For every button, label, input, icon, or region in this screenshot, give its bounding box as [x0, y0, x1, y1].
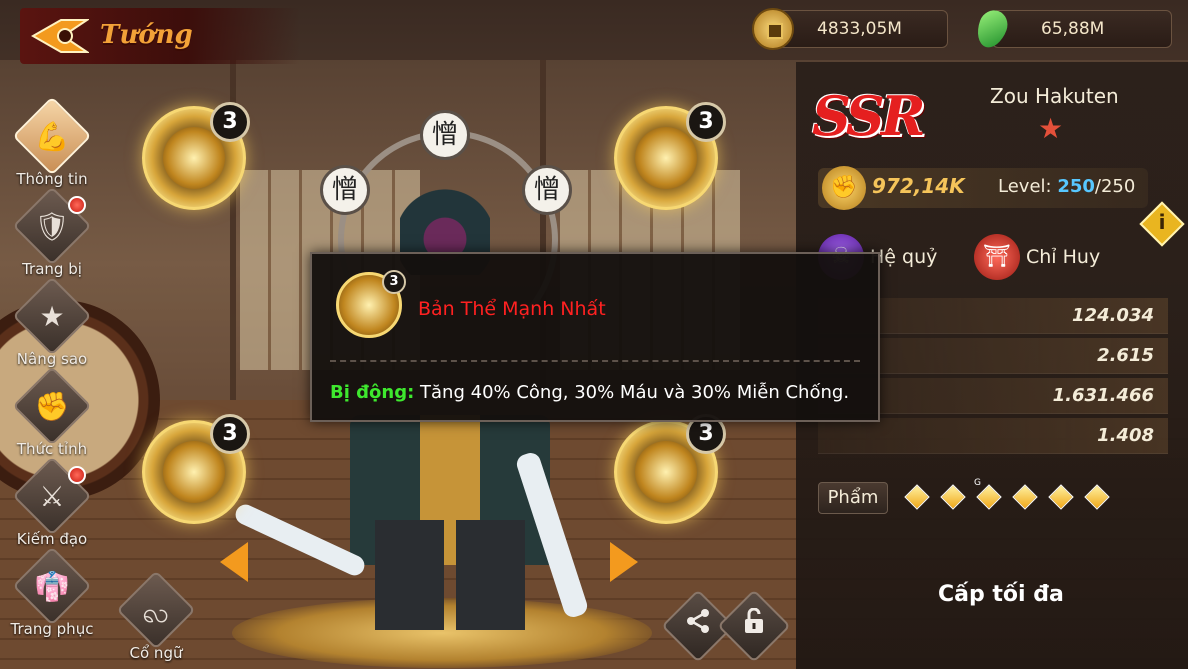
unlock-icon	[728, 607, 780, 641]
star-icon: ★	[39, 300, 65, 333]
coin-icon	[752, 8, 794, 50]
skill-2-icon	[635, 127, 697, 189]
sidebar-item-label: Thức tỉnh	[16, 440, 88, 458]
notification-dot	[68, 196, 86, 214]
armor-icon: 🛡	[34, 210, 70, 243]
scroll-icon: ꩮ	[142, 596, 170, 629]
skill-3-level: 3	[210, 414, 250, 454]
sidebar-item-label: Thông tin	[16, 170, 88, 188]
sidebar-item-star-up[interactable]: ★ Nâng sao	[4, 276, 100, 376]
level-display: Level: 250/250	[998, 176, 1135, 197]
notification-dot	[68, 466, 86, 484]
gold-amount: 4833,05M	[817, 19, 902, 39]
back-button[interactable]	[30, 14, 90, 58]
skill-4-icon	[635, 441, 697, 503]
sidebar-item-label: Trang phục	[10, 620, 94, 638]
ancient-script-label: Cổ ngữ	[129, 644, 183, 662]
kanji-slot-left[interactable]: 憎	[320, 165, 370, 215]
stat-value: 2.615	[1097, 345, 1154, 366]
skill-1-level: 3	[210, 102, 250, 142]
passive-prefix: Bị động:	[330, 382, 415, 403]
back-arrow-icon	[31, 19, 89, 53]
stat-value: 1.631.466	[1052, 385, 1154, 406]
commander-class-icon: ⛩	[974, 234, 1020, 280]
stat-row-speed: 1.408	[818, 418, 1168, 454]
kimono-icon: 👘	[34, 570, 70, 603]
gold-currency[interactable]: 4833,05M	[768, 10, 948, 48]
sidebar-item-sword-path[interactable]: ⚔ Kiếm đạo	[4, 456, 100, 556]
skill-3-icon	[163, 441, 225, 503]
tooltip-skill-level: 3	[382, 270, 406, 294]
rarity-badge: SSR	[812, 84, 926, 148]
level-label: Level:	[998, 176, 1052, 197]
stat-value: 1.408	[1097, 425, 1154, 446]
sidebar-item-label: Nâng sao	[16, 350, 88, 368]
hero-legs	[375, 520, 525, 630]
level-current: 250	[1057, 176, 1095, 197]
level-max: /250	[1094, 176, 1136, 197]
jade-currency[interactable]: 65,88M	[992, 10, 1172, 48]
share-icon	[672, 608, 724, 641]
skill-2-level: 3	[686, 102, 726, 142]
class-label-demon: Hệ quỷ	[870, 246, 938, 268]
next-hero-arrow-icon[interactable]	[610, 542, 638, 582]
tooltip-skill-name: Bản Thể Mạnh Nhất	[418, 298, 606, 320]
sidebar-item-info[interactable]: 💪 Thông tin	[4, 96, 100, 196]
kanji-slot-top[interactable]: 憎	[420, 110, 470, 160]
page-title: Tướng	[100, 20, 193, 50]
muscle-icon: 💪	[34, 120, 70, 153]
quality-grade-mark: G	[974, 478, 981, 488]
star-icon: ★	[1038, 112, 1064, 145]
sidebar-item-costume[interactable]: 👘 Trang phục	[4, 546, 100, 646]
hero-name: Zou Hakuten	[990, 84, 1119, 108]
tooltip-divider	[330, 360, 860, 362]
sword-icon: ⚔	[39, 480, 65, 513]
sidebar-item-label: Trang bị	[22, 260, 82, 278]
kanji-slot-right[interactable]: 憎	[522, 165, 572, 215]
power-fist-icon: ✊	[822, 166, 866, 210]
max-level-text: Cấp tối đa	[938, 582, 1064, 607]
stat-value: 124.034	[1072, 305, 1154, 326]
prev-hero-arrow-icon[interactable]	[220, 542, 248, 582]
sidebar-item-label: Kiếm đạo	[16, 530, 88, 548]
ancient-script-button[interactable]: ꩮ Cổ ngữ	[108, 570, 204, 669]
info-icon: i	[1158, 210, 1166, 234]
tooltip-skill-description: Bị động: Tăng 40% Công, 30% Máu và 30% M…	[330, 382, 870, 403]
quality-label: Phẩm	[818, 482, 888, 514]
sidebar-item-equipment[interactable]: 🛡 Trang bị	[4, 186, 100, 286]
description-text: Tăng 40% Công, 30% Máu và 30% Miễn Chống…	[414, 382, 850, 403]
jade-amount: 65,88M	[1041, 19, 1105, 39]
combat-power: 972,14K	[872, 174, 965, 198]
fist-icon: ✊	[34, 390, 70, 423]
class-label-commander: Chỉ Huy	[1026, 246, 1101, 268]
sidebar-item-awaken[interactable]: ✊ Thức tỉnh	[4, 366, 100, 466]
